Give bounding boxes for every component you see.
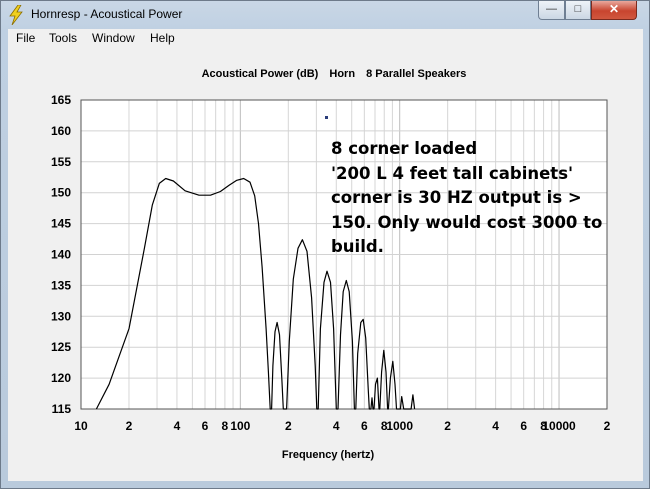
window-title: Hornresp - Acoustical Power (31, 7, 183, 21)
application-window: Hornresp - Acoustical Power — □ ✕ File T… (0, 0, 650, 489)
menu-bar: File Tools Window Help (8, 29, 643, 50)
y-tick-label: 120 (51, 371, 71, 385)
x-tick-label: 8 (222, 419, 229, 433)
x-tick-label: 2 (604, 419, 611, 433)
title-bar[interactable]: Hornresp - Acoustical Power — □ ✕ (1, 1, 649, 29)
x-tick-label: 6 (520, 419, 527, 433)
menu-file[interactable]: File (16, 31, 35, 45)
y-tick-label: 135 (51, 278, 71, 292)
x-tick-label: 4 (333, 419, 340, 433)
y-tick-label: 160 (51, 124, 71, 138)
x-tick-label: 100 (230, 419, 250, 433)
x-tick-label: 4 (174, 419, 181, 433)
menu-help[interactable]: Help (150, 31, 175, 45)
annotation-line: 150. Only would cost 3000 to (331, 212, 603, 232)
stray-mark (325, 116, 328, 119)
y-tick-label: 145 (51, 217, 71, 231)
lightning-app-icon (9, 5, 23, 25)
x-tick-label: 6 (361, 419, 368, 433)
x-axis-label: Frequency (hertz) (281, 449, 375, 461)
x-tick-label: 2 (285, 419, 292, 433)
menu-window[interactable]: Window (92, 31, 135, 45)
y-tick-label: 125 (51, 340, 71, 354)
x-tick-label: 2 (444, 419, 451, 433)
y-tick-label: 155 (51, 155, 71, 169)
x-tick-label: 10 (74, 419, 88, 433)
annotation-line: build. (331, 237, 384, 256)
maximize-button[interactable]: □ (565, 1, 591, 20)
y-tick-label: 150 (51, 186, 71, 200)
y-tick-label: 130 (51, 309, 71, 323)
x-tick-label: 1000 (386, 419, 413, 433)
annotation-line: corner is 30 HZ output is > (331, 188, 582, 207)
annotation-text: 8 corner loaded '200 L 4 feet tall cabin… (331, 137, 621, 260)
y-tick-label: 140 (51, 248, 71, 262)
x-tick-label: 4 (492, 419, 499, 433)
y-tick-label: 115 (52, 402, 72, 416)
minimize-button[interactable]: — (538, 1, 565, 20)
annotation-line: '200 L 4 feet tall cabinets' (331, 163, 574, 183)
x-tick-label: 6 (202, 419, 209, 433)
menu-tools[interactable]: Tools (49, 31, 77, 45)
acoustical-power-plot: 16516015515014514013513012512011510 2 4 6 8 1… (51, 93, 611, 433)
annotation-line: 8 corner loaded (331, 139, 478, 158)
x-tick-label: 2 (126, 419, 133, 433)
close-button[interactable]: ✕ (591, 1, 637, 20)
y-tick-label: 165 (51, 93, 71, 107)
x-tick-label: 10000 (542, 419, 576, 433)
chart-area: Acoustical Power (dB) Horn 8 Parallel Sp… (8, 49, 643, 481)
